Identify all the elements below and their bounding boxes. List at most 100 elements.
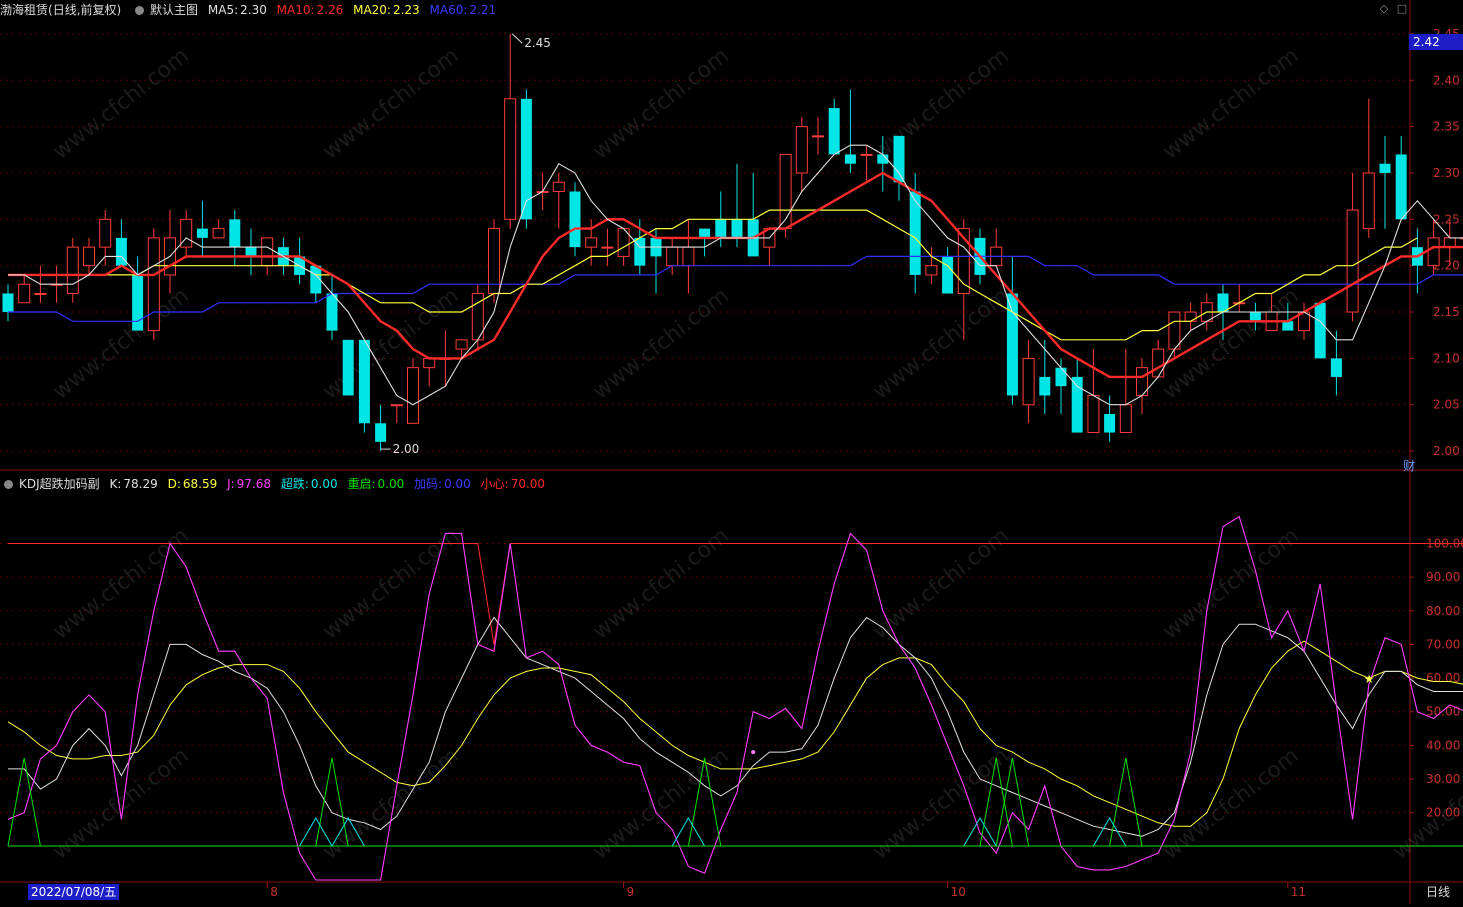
candle-body-down: [570, 192, 581, 248]
template-name[interactable]: 默认主图: [150, 3, 198, 17]
candle-body-up: [1347, 210, 1358, 312]
chart-stage: 2.452.402.352.302.252.202.152.102.052.00…: [0, 0, 1463, 904]
candle-body-down: [132, 275, 143, 331]
watermark-text: www.cfchi.com: [48, 743, 193, 864]
k-value: 78.29: [123, 477, 157, 491]
period-selector[interactable]: 日线: [1413, 884, 1463, 900]
ma20-value: 2.23: [393, 3, 420, 17]
high-marker-label: 2.45: [524, 36, 551, 50]
stock-chart-svg: 2.452.402.352.302.252.202.152.102.052.00…: [0, 0, 1463, 904]
candle-body-down: [343, 340, 354, 396]
oversold-label: 超跌:: [281, 477, 309, 491]
watermark-text: www.cfchi.com: [1158, 523, 1303, 644]
candle-body-down: [715, 219, 726, 238]
close-panel-icon[interactable]: □: [1396, 3, 1408, 15]
candle-body-up: [391, 405, 402, 406]
sub-y-tick-label: 90.00: [1426, 570, 1460, 584]
candle-body-up: [67, 247, 78, 293]
candle-body-up: [1363, 173, 1374, 229]
watermark-text: www.cfchi.com: [588, 523, 733, 644]
candle-body-up: [1185, 312, 1196, 321]
candle-body-up: [1428, 238, 1439, 266]
finance-marker: 财: [1403, 459, 1415, 473]
candle-body-up: [1023, 358, 1034, 404]
candle-body-up: [408, 368, 419, 424]
sub-y-tick-label: 40.00: [1426, 738, 1460, 752]
watermark-text: www.cfchi.com: [588, 743, 733, 864]
period-mode[interactable]: (日线,前复权): [48, 3, 121, 17]
candle-body-down: [699, 229, 710, 238]
candle-body-down: [1250, 312, 1261, 321]
candle-body-down: [1039, 377, 1050, 396]
candle-body-up: [1153, 349, 1164, 377]
ma5-value: 2.30: [240, 3, 267, 17]
restart-label: 重启:: [347, 477, 375, 491]
watermark-text: www.cfchi.com: [48, 283, 193, 404]
candle-body-up: [926, 266, 937, 275]
main-y-tick-label: 2.35: [1433, 120, 1460, 134]
main-y-tick-label: 2.00: [1433, 444, 1460, 458]
cursor-date-tag: 2022/07/08/五: [28, 884, 119, 900]
low-marker-label: 2.00: [393, 442, 420, 456]
k-label: K:: [109, 477, 121, 491]
watermark-layer: www.cfchi.com www.cfchi.com www.cfchi.com w…: [48, 43, 1463, 864]
candle-body-down: [1007, 293, 1018, 395]
high-marker-arrow: [512, 34, 522, 43]
watermark-text: www.cfchi.com: [48, 43, 193, 164]
candle-body-up: [1120, 405, 1131, 433]
candle-body-down: [1331, 358, 1342, 377]
ma60-value: 2.21: [469, 3, 496, 17]
star-signal: ★: [1364, 672, 1375, 686]
candle-body-down: [3, 293, 14, 312]
indicator-toggle-icon[interactable]: [4, 480, 13, 489]
watermark-text: www.cfchi.com: [868, 743, 1013, 864]
template-toggle-icon[interactable]: [135, 6, 144, 15]
month-label: 10: [951, 885, 966, 899]
indicator-name[interactable]: KDJ超跌加码副: [19, 477, 100, 491]
candle-body-down: [829, 108, 840, 154]
d-value: 68.59: [183, 477, 217, 491]
candle-body-down: [1380, 164, 1391, 173]
candle-body-down: [375, 423, 386, 442]
restart-spike: [8, 758, 40, 846]
month-label: 8: [270, 885, 278, 899]
candle-body-up: [19, 284, 30, 303]
candle-body-down: [1104, 414, 1115, 433]
oversold-value: 0.00: [311, 477, 338, 491]
candle-body-up: [424, 358, 435, 367]
candle-body-up: [100, 219, 111, 247]
candle-body-down: [732, 219, 743, 238]
candle-body-down: [845, 154, 856, 163]
candle-body-up: [213, 229, 224, 238]
main-y-tick-label: 2.40: [1433, 73, 1460, 87]
sub-y-tick-label: 80.00: [1426, 604, 1460, 618]
candle-body-up: [1444, 238, 1455, 247]
watermark-text: www.cfchi.com: [1158, 743, 1303, 864]
j-value: 97.68: [237, 477, 271, 491]
watermark-text: www.cfchi.com: [48, 523, 193, 644]
stock-name[interactable]: 渤海租赁: [0, 3, 48, 17]
candle-body-down: [1396, 154, 1407, 219]
main-y-tick-label: 2.05: [1433, 398, 1460, 412]
month-label: 11: [1291, 885, 1306, 899]
careful-value: 70.00: [511, 477, 545, 491]
watermark-text: www.cfchi.com: [588, 283, 733, 404]
candle-body-up: [505, 99, 516, 220]
main-chart-header: 渤海租赁(日线,前复权) 默认主图 MA5:2.30 MA10:2.26 MA2…: [0, 0, 502, 20]
main-y-tick-label: 2.25: [1433, 212, 1460, 226]
watermark-text: www.cfchi.com: [1158, 43, 1303, 164]
watermark-text: www.cfchi.com: [868, 43, 1013, 164]
ma5-line: [8, 145, 1463, 405]
candle-body-up: [456, 340, 467, 349]
sub-y-tick-label: 70.00: [1426, 637, 1460, 651]
main-y-tick-label: 2.15: [1433, 305, 1460, 319]
add-value: 0.00: [444, 477, 471, 491]
sub-y-tick-label: 30.00: [1426, 772, 1460, 786]
ma-lines-layer: [8, 145, 1463, 405]
candle-body-up: [1169, 312, 1180, 349]
diamond-icon[interactable]: ◇: [1378, 3, 1390, 15]
candle-body-down: [894, 136, 905, 182]
candle-body-down: [1072, 377, 1083, 433]
candle-body-down: [359, 340, 370, 423]
candle-body-down: [1282, 321, 1293, 330]
